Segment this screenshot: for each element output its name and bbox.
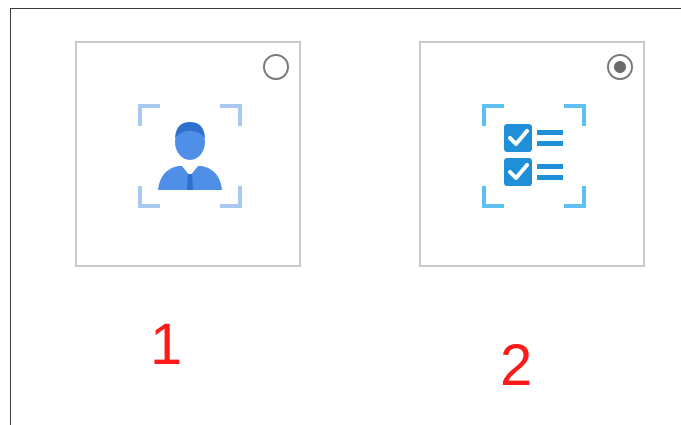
face-scan-icon	[138, 104, 242, 208]
canvas: 1 2	[0, 0, 681, 425]
option-1-radio[interactable]	[263, 54, 289, 80]
annotation-number-2: 2	[500, 333, 533, 398]
option-card-face-recognition[interactable]	[75, 41, 301, 267]
option-card-checklist[interactable]	[419, 41, 645, 267]
option-2-radio[interactable]	[607, 54, 633, 80]
window-left-edge	[10, 8, 11, 425]
window-top-edge	[10, 8, 681, 9]
checklist-scan-icon	[482, 104, 586, 208]
annotation-number-1: 1	[150, 312, 183, 377]
